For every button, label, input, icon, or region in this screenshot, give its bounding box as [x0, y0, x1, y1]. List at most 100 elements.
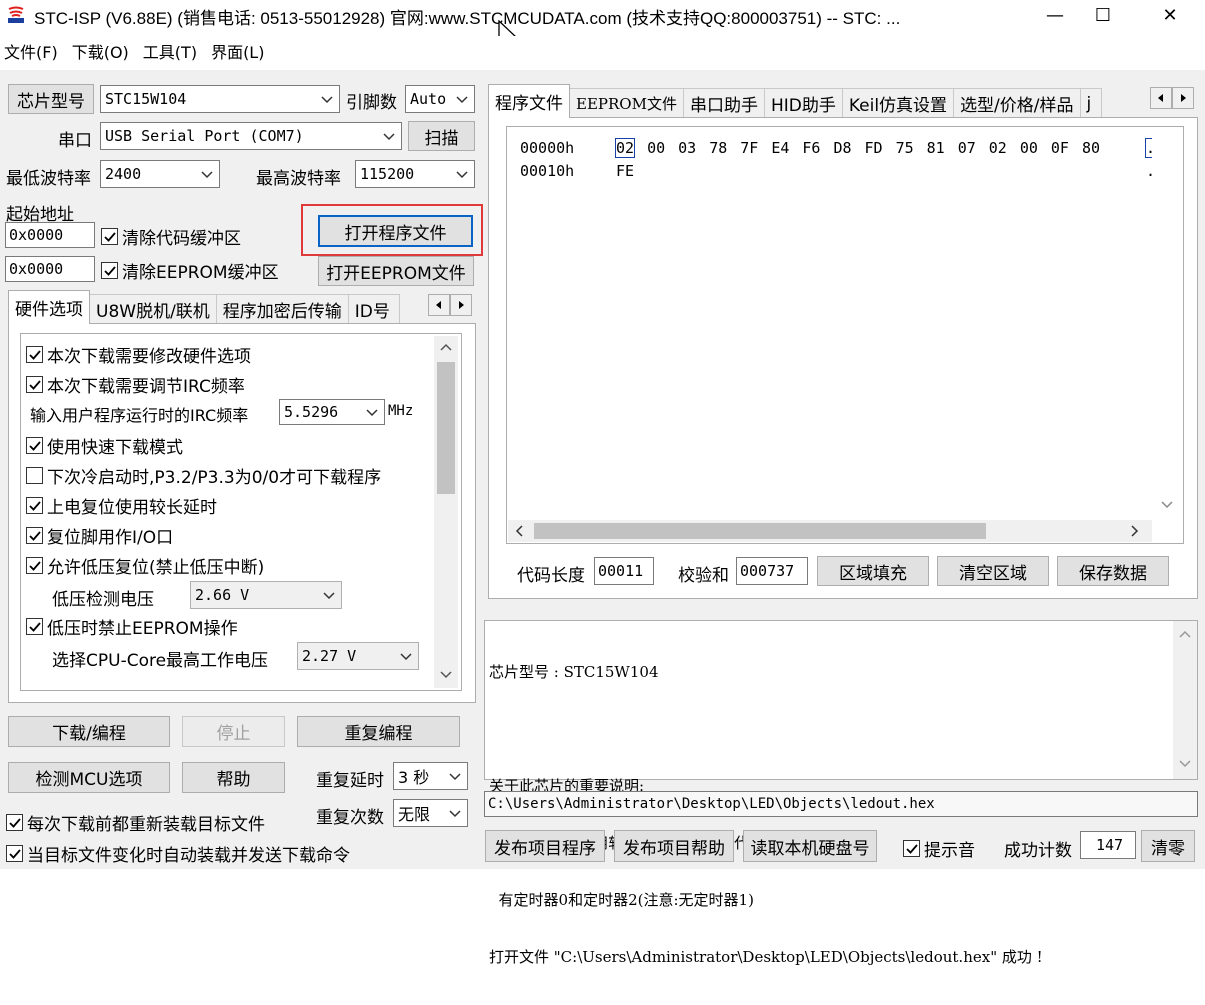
area-fill-button[interactable]: 区域填充: [817, 556, 929, 586]
tab-hardware-options[interactable]: 硬件选项: [8, 290, 90, 324]
stop-button[interactable]: 停止: [182, 716, 285, 747]
menu-interface[interactable]: 界面(L): [207, 39, 274, 63]
tab-scroll-left-icon[interactable]: [1150, 87, 1172, 109]
tab-hid-assistant[interactable]: HID助手: [763, 88, 843, 118]
clear-area-button[interactable]: 清空区域: [937, 556, 1049, 586]
publish-project-program-button[interactable]: 发布项目程序: [485, 830, 605, 862]
hex-byte[interactable]: 81: [927, 139, 945, 157]
hex-byte[interactable]: 07: [958, 139, 976, 157]
eeprom-address-input[interactable]: 0x0000: [5, 256, 95, 282]
open-eeprom-file-button[interactable]: 打开EEPROM文件: [318, 256, 474, 286]
low-voltage-reset-checkbox[interactable]: [26, 557, 43, 574]
start-address-input[interactable]: 0x0000: [5, 222, 95, 248]
option-modify-hardware[interactable]: 本次下载需要修改硬件选项: [26, 342, 251, 367]
scrollbar-thumb[interactable]: [534, 523, 986, 539]
options-scrollbar[interactable]: [434, 336, 458, 688]
adjust-irc-checkbox[interactable]: [26, 376, 43, 393]
tab-scroll-right-icon[interactable]: [450, 294, 472, 316]
fast-download-checkbox[interactable]: [26, 437, 43, 454]
tab-selection-price[interactable]: 选型/价格/样品: [953, 88, 1081, 118]
menu-file[interactable]: 文件(F): [0, 39, 68, 63]
tab-keil-settings[interactable]: Keil仿真设置: [841, 88, 955, 118]
option-fast-download[interactable]: 使用快速下载模式: [26, 433, 183, 458]
scroll-down-icon[interactable]: [1161, 500, 1173, 510]
auto-load-checkbox[interactable]: [6, 845, 23, 862]
repeat-delay-select[interactable]: 3 秒: [393, 762, 468, 790]
menu-tools[interactable]: 工具(T): [139, 39, 207, 63]
scrollbar-thumb[interactable]: [437, 362, 455, 494]
hex-vertical-scrollbar[interactable]: [1152, 128, 1182, 518]
hex-byte[interactable]: D8: [833, 139, 851, 157]
hex-byte[interactable]: FE: [616, 162, 634, 180]
hex-byte[interactable]: 03: [678, 139, 696, 157]
hex-byte[interactable]: 0F: [1051, 139, 1069, 157]
repeat-count-select[interactable]: 无限: [393, 799, 468, 827]
modify-hardware-checkbox[interactable]: [26, 346, 43, 363]
menu-download[interactable]: 下载(O): [68, 39, 139, 63]
maximize-button[interactable]: ☐: [1073, 0, 1133, 30]
repeat-program-button[interactable]: 重复编程: [297, 716, 460, 747]
tab-u8w[interactable]: U8W脱机/联机: [89, 294, 217, 324]
save-data-button[interactable]: 保存数据: [1057, 556, 1169, 586]
open-program-file-button[interactable]: 打开程序文件: [318, 215, 473, 247]
cold-start-checkbox[interactable]: [26, 467, 43, 484]
tab-more[interactable]: j: [1079, 88, 1102, 118]
tab-id[interactable]: ID号: [347, 294, 400, 324]
cpu-voltage-select[interactable]: 2.27 V: [297, 642, 419, 670]
tab-scroll-right-icon[interactable]: [1172, 87, 1194, 109]
log-scrollbar[interactable]: [1173, 621, 1197, 779]
close-button[interactable]: ✕: [1140, 0, 1200, 30]
hex-byte[interactable]: 02: [989, 139, 1007, 157]
option-adjust-irc[interactable]: 本次下载需要调节IRC频率: [26, 372, 245, 397]
scroll-down-icon[interactable]: [440, 670, 452, 680]
help-button[interactable]: 帮助: [182, 762, 285, 793]
hex-horizontal-scrollbar[interactable]: [508, 520, 1152, 542]
scroll-up-icon[interactable]: [1179, 629, 1191, 639]
auto-load-row[interactable]: 当目标文件变化时自动装载并发送下载命令: [6, 841, 350, 866]
reset-pin-io-checkbox[interactable]: [26, 527, 43, 544]
check-mcu-options-button[interactable]: 检测MCU选项: [8, 762, 170, 793]
clear-eeprom-checkbox[interactable]: [101, 262, 118, 279]
hex-byte-selected[interactable]: 02: [614, 138, 636, 158]
tab-serial-assistant[interactable]: 串口助手: [682, 88, 765, 118]
reload-before-download-row[interactable]: 每次下载前都重新装载目标文件: [6, 810, 265, 835]
option-reset-pin-io[interactable]: 复位脚用作I/O口: [26, 523, 173, 548]
scroll-right-icon[interactable]: [1130, 525, 1140, 537]
hex-byte[interactable]: FD: [865, 139, 883, 157]
scan-button[interactable]: 扫描: [408, 121, 475, 151]
scroll-left-icon[interactable]: [514, 525, 524, 537]
hex-byte[interactable]: 75: [896, 139, 914, 157]
tab-scroll-left-icon[interactable]: [428, 294, 450, 316]
chip-type-select[interactable]: STC15W104: [100, 85, 340, 113]
option-long-reset-delay[interactable]: 上电复位使用较长延时: [26, 493, 217, 518]
option-low-voltage-reset[interactable]: 允许低压复位(禁止低压中断): [26, 553, 264, 578]
read-disk-id-button[interactable]: 读取本机硬盘号: [743, 830, 877, 862]
sound-checkbox[interactable]: [903, 840, 920, 857]
download-program-button[interactable]: 下载/编程: [8, 716, 170, 747]
tab-encrypt[interactable]: 程序加密后传输: [215, 294, 349, 324]
option-cold-start[interactable]: 下次冷启动时,P3.2/P3.3为0/0才可下载程序: [26, 463, 381, 488]
pins-select[interactable]: Auto: [405, 85, 475, 113]
port-select[interactable]: USB Serial Port (COM7): [100, 122, 402, 150]
tab-eeprom-file[interactable]: EEPROM文件: [569, 88, 684, 118]
hex-byte[interactable]: 80: [1082, 139, 1100, 157]
publish-project-help-button[interactable]: 发布项目帮助: [614, 830, 734, 862]
chip-type-button[interactable]: 芯片型号: [8, 84, 94, 114]
sound-row[interactable]: 提示音: [903, 836, 975, 861]
tab-program-file[interactable]: 程序文件: [488, 84, 570, 118]
irc-frequency-select[interactable]: 5.5296: [279, 399, 385, 425]
long-reset-delay-checkbox[interactable]: [26, 497, 43, 514]
hex-byte[interactable]: E4: [771, 139, 789, 157]
max-baud-select[interactable]: 115200: [355, 160, 475, 188]
clear-code-checkbox[interactable]: [101, 228, 118, 245]
scroll-up-icon[interactable]: [440, 342, 452, 352]
hex-byte[interactable]: 00: [647, 139, 665, 157]
clear-code-checkbox-row[interactable]: 清除代码缓冲区: [101, 224, 241, 249]
option-disable-eeprom-low-voltage[interactable]: 低压时禁止EEPROM操作: [26, 614, 238, 639]
reset-count-button[interactable]: 清零: [1141, 830, 1195, 862]
clear-eeprom-checkbox-row[interactable]: 清除EEPROM缓冲区: [101, 258, 279, 283]
disable-eeprom-checkbox[interactable]: [26, 618, 43, 635]
hex-byte[interactable]: 78: [709, 139, 727, 157]
hex-byte[interactable]: F6: [802, 139, 820, 157]
scroll-down-icon[interactable]: [1179, 759, 1191, 769]
